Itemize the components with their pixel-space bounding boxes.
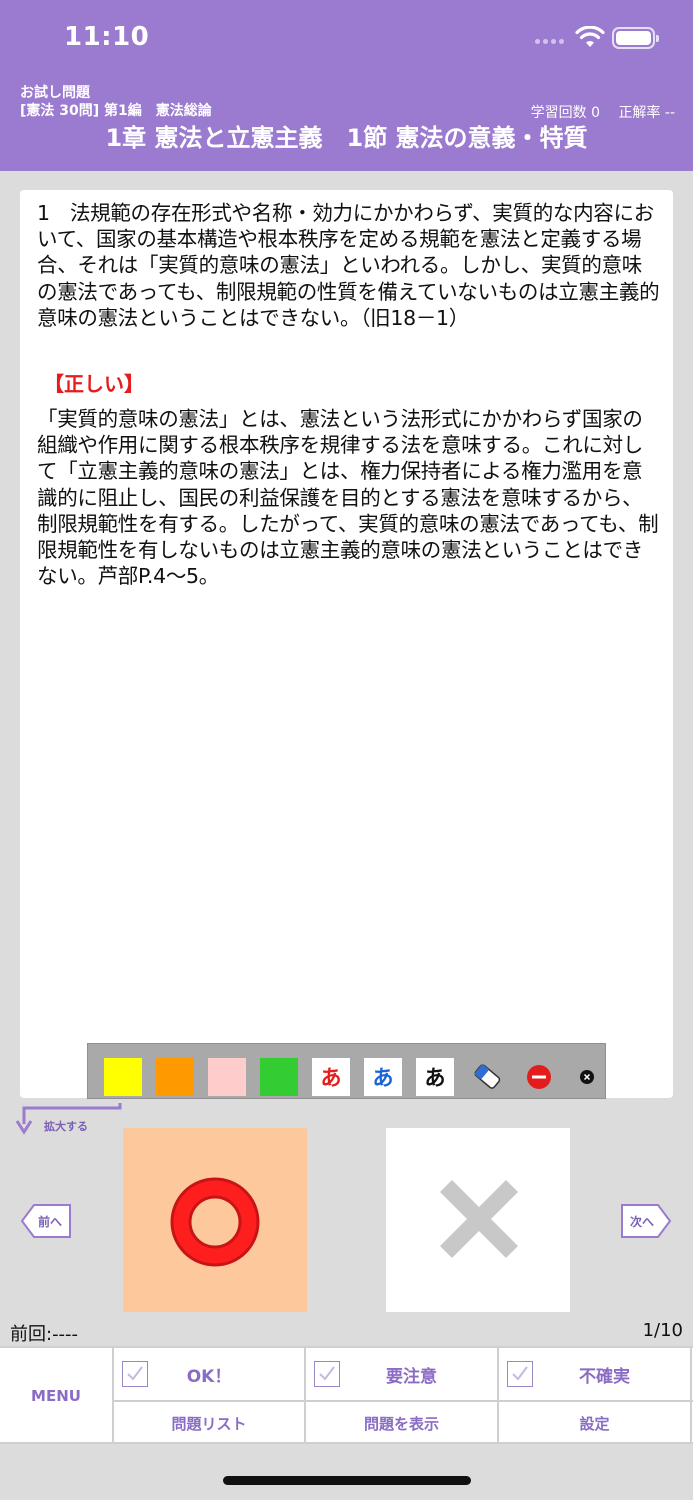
next-button[interactable]: 次へ [620, 1203, 672, 1239]
green-marker-button[interactable] [260, 1058, 298, 1096]
expand-label[interactable]: 拡大する [44, 1118, 88, 1134]
eraser-button[interactable] [468, 1058, 506, 1096]
settings-button[interactable]: 設定 [499, 1402, 690, 1444]
caution-checkbox[interactable]: 要注意 [306, 1348, 497, 1400]
uncertain-checkbox[interactable]: 不確実 [499, 1348, 690, 1400]
pink-marker-button[interactable] [208, 1058, 246, 1096]
question-text: 1 法規範の存在形式や名称・効力にかかわらず、実質的な内容において、国家の基本構… [37, 201, 660, 330]
trial-label: お試し問題 [20, 85, 90, 101]
ok-label: OK！ [186, 1366, 232, 1387]
page-title: 1章 憲法と立憲主義 1節 憲法の意義・特質 [105, 124, 588, 152]
bottom-menu: MENU OK！ 要注意 不確実 問題リスト 問題を表示 設定 [0, 1346, 693, 1444]
status-time: 11:10 [64, 22, 150, 52]
show-question-button[interactable]: 問題を表示 [306, 1402, 497, 1444]
header: 11:10 お試し問題 [憲法 30問] 第1編 憲法総論 学習回数 0 正解率… [0, 0, 693, 171]
prev-button[interactable]: 前へ [20, 1203, 72, 1239]
minus-circle-icon [527, 1065, 551, 1089]
yellow-marker-button[interactable] [104, 1058, 142, 1096]
close-icon [580, 1070, 594, 1084]
red-text-button[interactable]: あ [312, 1058, 350, 1096]
marker-toolbar: あ あ あ [87, 1043, 606, 1099]
delete-marker-button[interactable] [520, 1058, 558, 1096]
prev-label: 前へ [37, 1215, 62, 1229]
eraser-icon [474, 1064, 501, 1089]
black-text-button[interactable]: あ [416, 1058, 454, 1096]
blue-text-button[interactable]: あ [364, 1058, 402, 1096]
cross-wrong-icon [439, 1179, 519, 1259]
correct-answer-button[interactable] [123, 1128, 307, 1312]
last-result: 前回:---- [10, 1324, 79, 1345]
wrong-answer-button[interactable] [386, 1128, 570, 1312]
menu-button[interactable]: MENU [0, 1348, 112, 1444]
next-label: 次へ [629, 1215, 654, 1229]
battery-icon [612, 27, 659, 49]
orange-marker-button[interactable] [156, 1058, 194, 1096]
circle-correct-icon [170, 1177, 260, 1267]
wifi-icon [575, 26, 605, 47]
explanation-text: 「実質的意味の憲法」とは、憲法という法形式にかかわらず国家の組織や作用に関する根… [37, 407, 659, 589]
home-indicator[interactable] [223, 1476, 471, 1485]
ok-checkbox[interactable]: OK！ [114, 1348, 304, 1400]
question-progress: 1/10 [642, 1320, 683, 1341]
uncertain-label: 不確実 [579, 1366, 630, 1387]
caution-label: 要注意 [386, 1366, 437, 1387]
answer-label: 【正しい】 [44, 372, 144, 396]
question-card[interactable]: 1 法規範の存在形式や名称・効力にかかわらず、実質的な内容において、国家の基本構… [20, 190, 673, 1098]
cellular-signal-icon [535, 39, 564, 44]
chapter-label: [憲法 30問] 第1編 憲法総論 [20, 103, 212, 119]
question-list-button[interactable]: 問題リスト [114, 1402, 304, 1444]
close-toolbar-button[interactable] [572, 1058, 602, 1096]
